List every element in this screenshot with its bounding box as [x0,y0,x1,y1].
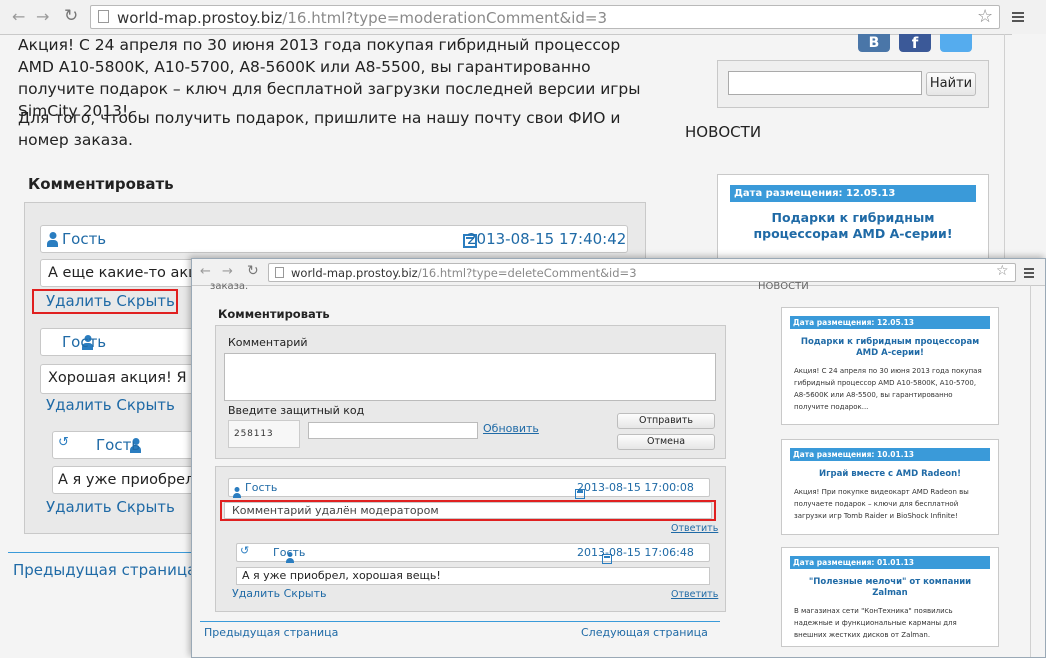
comment-text-value: А я уже приобрел [58,472,195,488]
reply-arrow-icon: ↺ [58,435,69,450]
sidebar-divider [1030,285,1031,657]
page-icon [275,267,284,278]
reply-arrow-icon: ↺ [240,544,250,557]
news-title[interactable]: Подарки к гибридным процессорам AMD A-се… [732,210,974,242]
comment-author[interactable]: Гость [96,436,140,454]
news-date: Дата размещения: 01.01.13 [790,556,990,569]
user-icon [233,487,241,498]
cancel-button[interactable]: Отмена [617,434,715,450]
news-card: Дата размещения: 01.01.13 "Полезные мело… [781,547,999,647]
submit-button[interactable]: Отправить [617,413,715,429]
comment-date: 2013-08-15 17:00:08 [577,481,694,494]
news-title[interactable]: Играй вместе с AMD Radeon! [792,469,988,480]
twitter-icon[interactable] [940,34,972,52]
url-path: /16.html?type=deleteComment&id=3 [417,266,637,280]
pagination-divider [8,552,198,553]
news-card: Дата размещения: 12.05.13 Подарки к гибр… [717,174,989,264]
comment-date: 2013-08-15 17:06:48 [577,546,694,559]
bookmark-star-icon[interactable]: ☆ [996,263,1009,279]
forward-arrow-icon[interactable]: → [222,262,233,282]
vk-icon[interactable]: B [858,34,890,52]
front-browser-window: ← → ↻ world-map.prostoy.biz/16.html?type… [191,258,1046,658]
forward-arrow-icon[interactable]: → [36,7,49,27]
comment-author[interactable]: Гость [62,230,106,248]
comment-heading: Комментировать [218,307,330,321]
prev-page-link[interactable]: Предыдущая страница [13,561,196,579]
delete-hide-links[interactable]: Удалить Скрыть [46,396,175,414]
news-card: Дата размещения: 12.05.13 Подарки к гибр… [781,307,999,425]
captcha-text: 2 5 8 1 1 3 [234,429,273,439]
address-bar[interactable]: world-map.prostoy.biz/16.html?type=delet… [268,263,1016,282]
comment-author[interactable]: Гость [273,546,305,559]
address-bar[interactable]: world-map.prostoy.biz/16.html?type=moder… [90,5,1000,29]
back-arrow-icon[interactable]: ← [12,7,25,27]
comment-date: 2013-08-15 17:40:42 [467,230,627,248]
menu-icon[interactable] [1012,10,1024,24]
front-toolbar: ← → ↻ world-map.prostoy.biz/16.html?type… [192,259,1045,286]
comment-text-value: А я уже приобрел, хорошая вещь! [242,569,441,582]
delete-hide-links[interactable]: Удалить Скрыть [232,587,327,600]
cut-text-left: заказа. [210,281,249,292]
menu-icon[interactable] [1024,266,1034,280]
news-text: В магазинах сети "КонТехника" появились … [794,607,957,639]
news-text: Акция! При покупке видеокарт AMD Radeon … [794,488,969,520]
prev-page-link[interactable]: Предыдущая страница [204,626,338,639]
url-host: world-map.prostoy.biz [291,266,418,280]
cut-text-right: НОВОСТИ [758,281,809,292]
captcha-input[interactable] [308,422,478,439]
pagination-divider [200,621,720,622]
url-host: world-map.prostoy.biz [117,9,283,27]
news-title[interactable]: "Полезные мелочи" от компании Zalman [792,577,988,599]
reply-link[interactable]: Ответить [671,523,718,534]
comment-text-value: Хорошая акция! Я о [48,370,201,386]
captcha-label: Введите защитный код [228,404,365,417]
facebook-icon[interactable]: f [899,34,931,52]
article-paragraph-2: Для того, чтобы получить подарок, пришли… [18,109,621,149]
news-date: Дата размещения: 12.05.13 [790,316,990,329]
news-date: Дата размещения: 12.05.13 [730,185,976,202]
news-title[interactable]: Подарки к гибридным процессорам AMD A-се… [792,337,988,359]
comment-textarea[interactable] [224,353,716,401]
news-date: Дата размещения: 10.01.13 [790,448,990,461]
url-path: /16.html?type=moderationComment&id=3 [282,9,608,27]
next-page-link[interactable]: Следующая страница [581,626,708,639]
reply-link[interactable]: Ответить [671,589,718,600]
comment-author[interactable]: Гость [245,481,277,494]
reload-icon[interactable]: ↻ [64,6,78,26]
search-button[interactable]: Найти [926,72,976,96]
bookmark-star-icon[interactable]: ☆ [977,6,993,27]
reload-icon[interactable]: ↻ [247,261,259,281]
news-heading: НОВОСТИ [685,123,762,141]
search-input[interactable] [728,71,922,95]
comment-label: Комментарий [228,336,308,349]
refresh-captcha-link[interactable]: Обновить [483,422,539,435]
highlight-box-deleted-comment [220,500,716,521]
comment-text-value: А еще какие-то акц [48,265,199,281]
back-arrow-icon[interactable]: ← [200,262,211,282]
delete-hide-links[interactable]: Удалить Скрыть [46,498,175,516]
news-card: Дата размещения: 10.01.13 Играй вместе с… [781,439,999,535]
back-toolbar: ← → ↻ world-map.prostoy.biz/16.html?type… [0,0,1046,35]
page-icon [98,10,109,23]
highlight-box-delete-hide [32,289,178,314]
news-text: Акция! С 24 апреля по 30 июня 2013 года … [794,367,982,411]
comment-heading: Комментировать [28,175,174,193]
comment-author[interactable]: Гость [62,333,106,351]
user-icon [47,232,58,247]
